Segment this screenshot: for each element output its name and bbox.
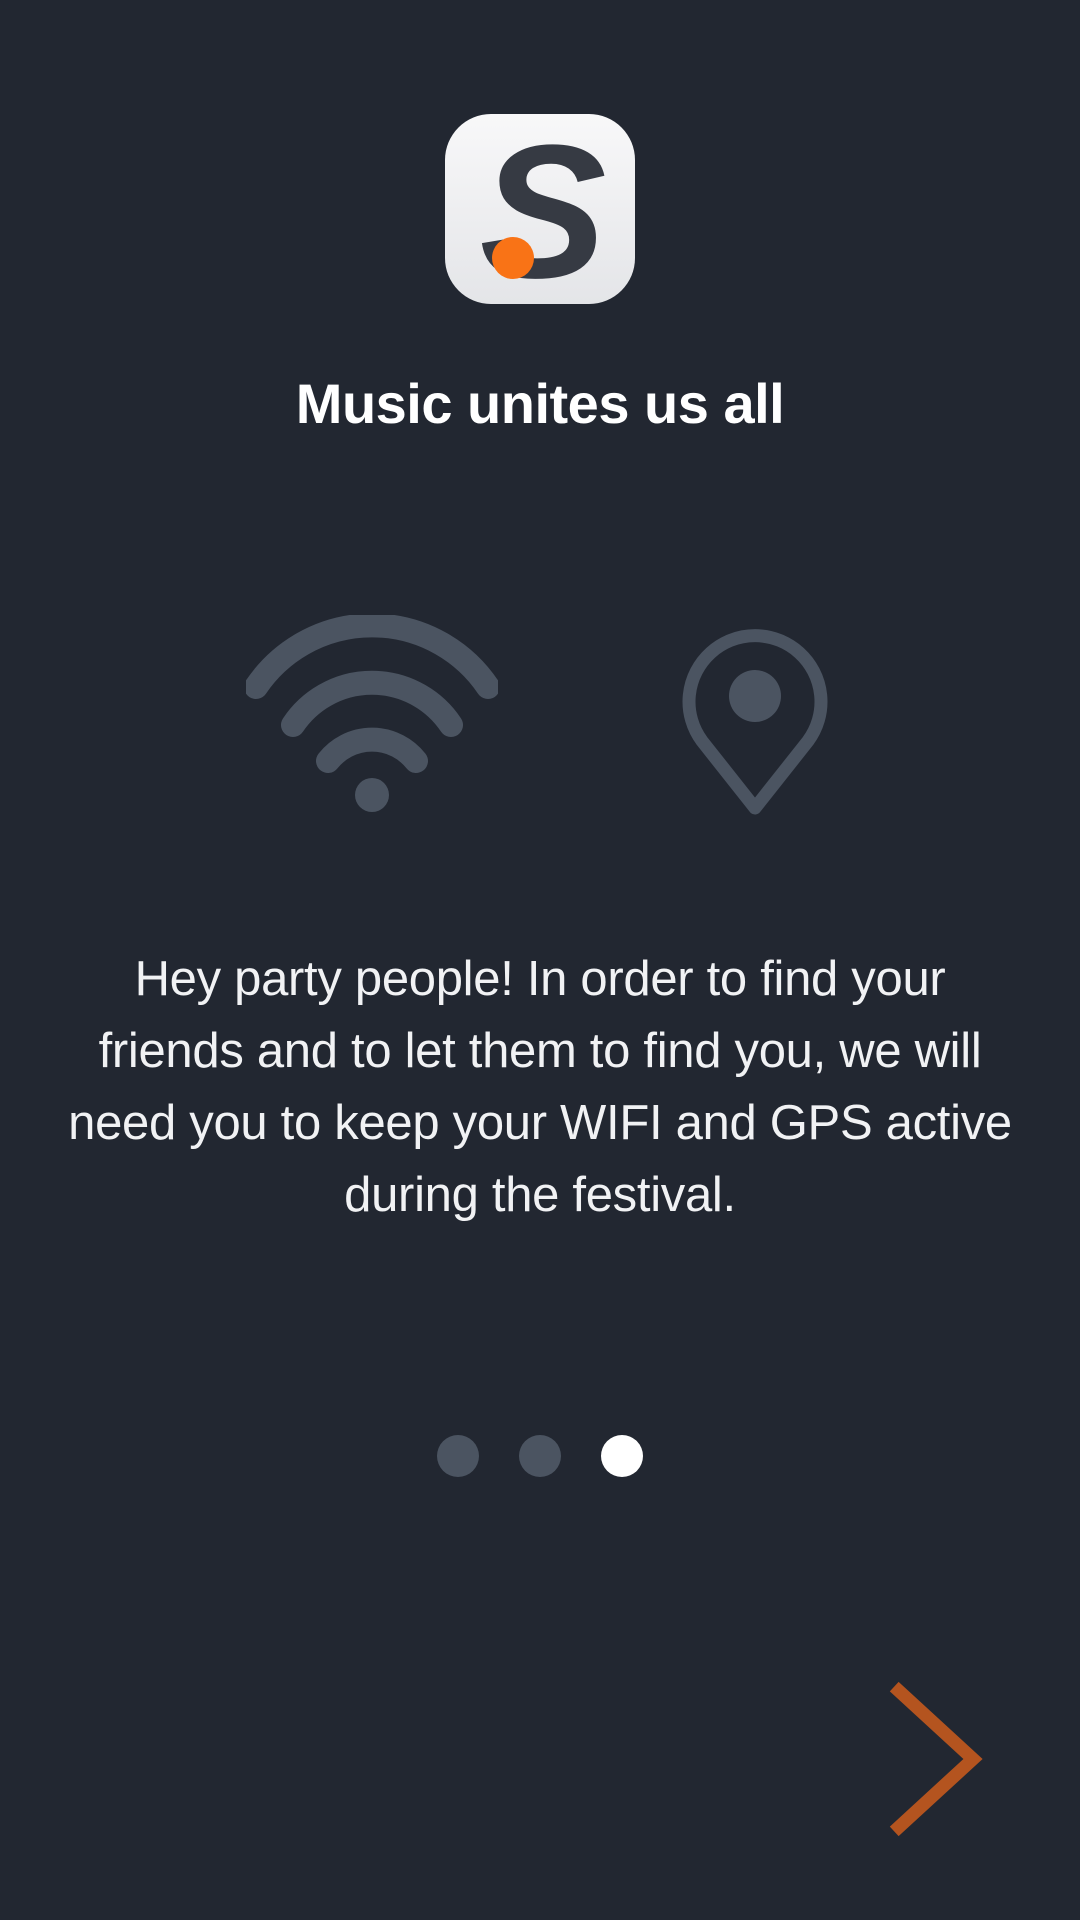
chevron-right-icon bbox=[889, 1681, 983, 1837]
page-dot-3-active[interactable] bbox=[601, 1435, 643, 1477]
wifi-icon bbox=[244, 613, 500, 815]
page-dot-2[interactable] bbox=[519, 1435, 561, 1477]
s-dot-logo-icon: S bbox=[480, 114, 607, 304]
page-indicator bbox=[0, 1435, 1080, 1479]
next-button[interactable] bbox=[880, 1680, 1000, 1840]
logo-dot bbox=[492, 237, 534, 279]
location-pin-icon bbox=[676, 618, 834, 818]
page-title: Music unites us all bbox=[295, 372, 785, 435]
onboarding-description: Hey party people! In order to find your … bbox=[68, 952, 1012, 1222]
page-dot-1[interactable] bbox=[437, 1435, 479, 1477]
logo-letter: S bbox=[480, 114, 607, 304]
app-logo: S bbox=[445, 114, 635, 304]
